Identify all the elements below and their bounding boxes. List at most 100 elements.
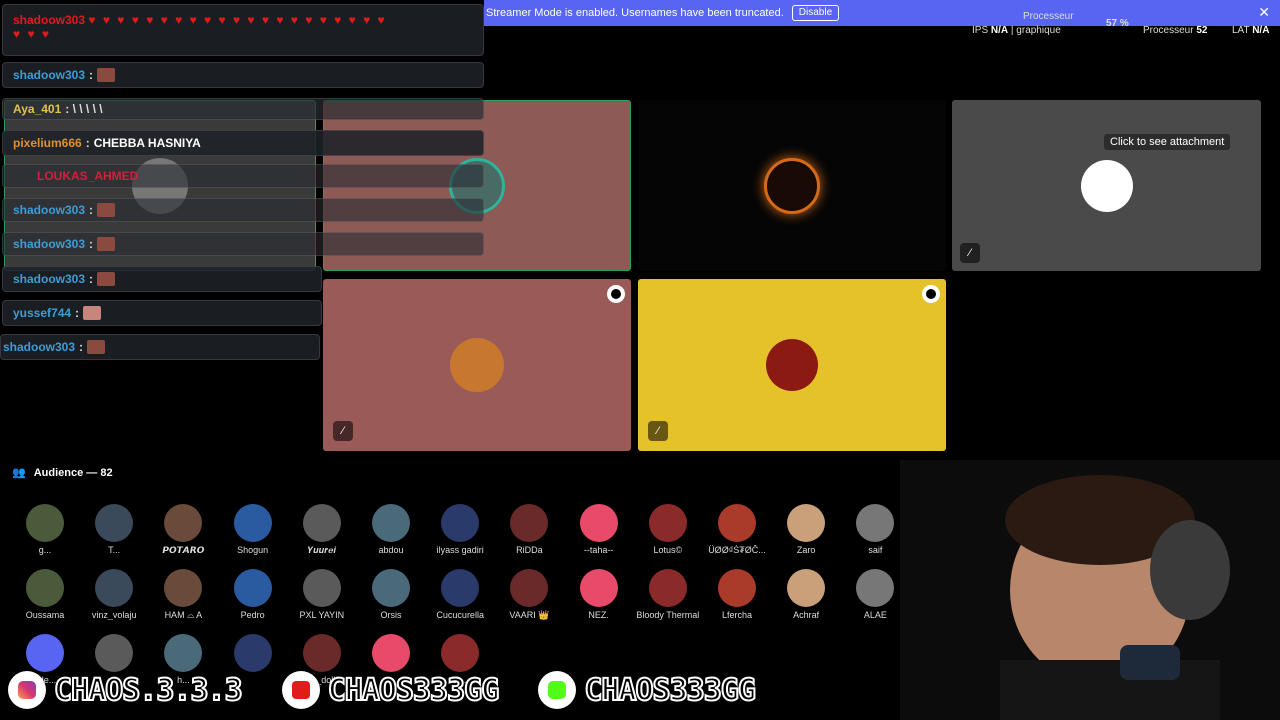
audience-member[interactable]: Zaro: [771, 504, 841, 555]
emote-icon: [83, 306, 102, 320]
member-name: --taha--: [583, 545, 614, 555]
audience-member[interactable]: ÜØØ₫Ś₮ØČ...: [702, 504, 772, 555]
chat-message: shadoow303 :: [2, 198, 484, 222]
chat-username: pixelium666: [13, 136, 82, 150]
member-name: Oussama: [25, 610, 65, 620]
video-tile-3[interactable]: [638, 100, 946, 271]
emote-icon: [97, 272, 116, 286]
audience-title: Audience — 82: [33, 466, 113, 479]
avatar: [718, 504, 756, 542]
social-links-bar: CHAOS.3.3.3 CHAOS333GG CHAOS333GG: [0, 670, 757, 710]
people-icon: 👥: [12, 467, 26, 479]
chat-message: shadoow303 :: [2, 62, 484, 88]
avatar: [648, 569, 687, 607]
emote-icon: [87, 340, 106, 354]
disable-streamer-mode-button[interactable]: Disable: [791, 5, 840, 21]
video-tile-4[interactable]: ⁄: [952, 100, 1261, 271]
audience-member[interactable]: 𝒀𝒖𝒖𝒓𝒆𝒊: [287, 504, 357, 556]
chat-message: shadoow303 :: [2, 266, 322, 292]
avatar: [302, 634, 341, 672]
cpu-percent: 57 %: [1106, 18, 1129, 29]
audience-member[interactable]: PXL YAYIN: [287, 569, 357, 620]
streamer-webcam: [900, 460, 1280, 720]
audience-member[interactable]: HAM ⌓ A: [148, 569, 218, 621]
gpu-label: graphique: [1016, 25, 1061, 36]
member-name: HAM ⌓ A: [164, 610, 203, 620]
chat-message: shadoow303 :: [2, 232, 484, 256]
chat-username: shadoow303: [13, 237, 86, 251]
ips-value: N/A: [990, 25, 1009, 36]
member-name: Achraf: [793, 610, 820, 620]
avatar: [26, 504, 64, 542]
audience-member[interactable]: Shogun: [218, 504, 288, 555]
audience-member[interactable]: Bloody Thermal: [633, 569, 703, 620]
cpu-value: 52: [1196, 25, 1208, 36]
mute-icon: ⁄: [960, 243, 980, 263]
avatar: [579, 504, 618, 542]
avatar: [856, 569, 895, 607]
audience-member[interactable]: --taha--: [564, 504, 634, 555]
chat-username: shadoow303: [13, 13, 86, 27]
shield-icon: [607, 285, 625, 303]
audience-member[interactable]: NEZ.: [564, 569, 634, 620]
audience-member[interactable]: RiDDa: [494, 504, 564, 555]
member-name: Bloody Thermal: [636, 610, 700, 620]
mute-icon: ⁄: [333, 421, 353, 441]
member-name: ÜØØ₫Ś₮ØČ...: [708, 545, 766, 555]
audience-member[interactable]: Lotus©: [633, 504, 703, 555]
audience-member[interactable]: g...: [10, 504, 80, 555]
member-name: 𝙋𝙊𝙏𝘼𝙍𝙊: [162, 545, 205, 555]
audience-member[interactable]: T...: [79, 504, 149, 555]
lat-label: LAT: [1232, 25, 1250, 36]
avatar: [372, 504, 410, 542]
audience-member[interactable]: Orsis: [356, 569, 426, 620]
audience-member[interactable]: VAARI 👑: [494, 569, 564, 621]
close-icon[interactable]: ✕: [1258, 5, 1270, 19]
member-name: Pedro: [240, 610, 265, 620]
audience-member[interactable]: Pedro: [218, 569, 288, 620]
youtube-icon: [281, 671, 320, 709]
instagram-icon: [8, 671, 46, 709]
avatar: [787, 504, 826, 542]
audience-member[interactable]: abdou: [356, 504, 426, 555]
audience-member[interactable]: vinz_volaju: [79, 569, 149, 620]
avatar: [372, 569, 410, 607]
avatar: [441, 634, 480, 672]
avatar: [579, 569, 618, 607]
audience-member[interactable]: 𝙋𝙊𝙏𝘼𝙍𝙊: [148, 504, 218, 556]
avatar: [441, 504, 480, 542]
audience-member[interactable]: [218, 634, 288, 675]
member-name: Cucucurella: [436, 610, 484, 620]
avatar: [95, 504, 134, 542]
audience-member[interactable]: ilyass gadiri: [425, 504, 495, 555]
heart-emotes: ♥ ♥ ♥: [13, 27, 52, 41]
chat-message: LOUKAS_AHMED: [2, 164, 484, 188]
member-name: abdou: [378, 545, 404, 555]
audience-member[interactable]: [356, 634, 426, 675]
avatar: [233, 569, 272, 607]
audience-member[interactable]: [79, 634, 149, 675]
chat-message: yussef744 :: [2, 300, 322, 326]
audience-header[interactable]: 👥 Audience — 82: [12, 466, 113, 480]
avatar: [26, 569, 64, 607]
avatar: [26, 634, 64, 672]
shield-icon: [922, 285, 940, 303]
audience-member[interactable]: Cucucurella: [425, 569, 495, 620]
member-name: Zaro: [796, 545, 816, 555]
audience-member[interactable]: Lfercha: [702, 569, 772, 620]
member-name: Lfercha: [721, 610, 753, 620]
audience-member[interactable]: Oussama: [10, 569, 80, 620]
chat-username: shadoow303: [13, 68, 86, 82]
video-tile-6[interactable]: ⁄: [638, 279, 946, 451]
streamer-mode-message: Streamer Mode is enabled. Usernames have…: [486, 7, 784, 19]
audience-member[interactable]: Achraf: [771, 569, 841, 620]
avatar: [302, 569, 341, 607]
attachment-link[interactable]: Click to see attachment: [1104, 134, 1231, 150]
chat-message: shadoow303 :: [0, 334, 320, 360]
member-name: T...: [108, 545, 121, 555]
member-name: 𝒀𝒖𝒖𝒓𝒆𝒊: [307, 545, 336, 555]
avatar: [787, 569, 826, 607]
member-name: RiDDa: [516, 545, 543, 555]
member-name: Lotus©: [653, 545, 683, 555]
member-name: NEZ.: [588, 610, 609, 620]
